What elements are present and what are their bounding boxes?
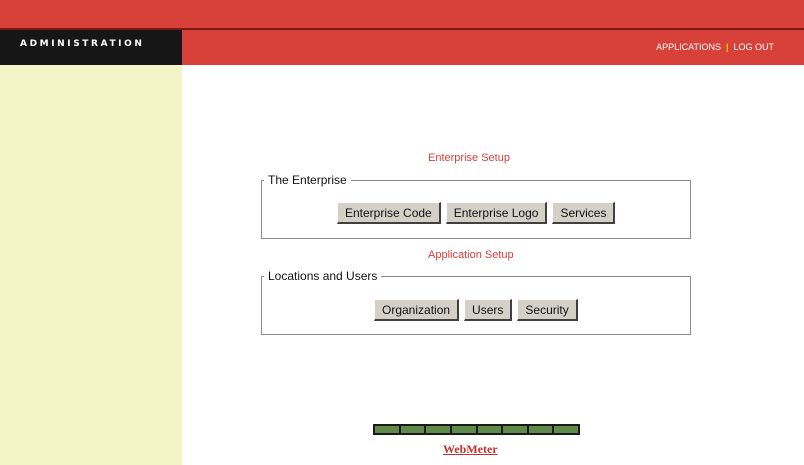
webmeter-segment bbox=[503, 426, 527, 433]
webmeter-segment bbox=[451, 426, 476, 433]
enterprise-button-row: Enterprise Code Enterprise Logo Services bbox=[337, 202, 616, 224]
nav-link-applications[interactable]: APPLICATIONS bbox=[656, 42, 721, 52]
nav-separator: | bbox=[725, 42, 729, 52]
brand-block: ADMINISTRATION bbox=[0, 30, 182, 65]
services-button[interactable]: Services bbox=[552, 202, 616, 224]
webmeter-segment bbox=[528, 426, 553, 433]
organization-button[interactable]: Organization bbox=[374, 299, 460, 321]
webmeter-segment bbox=[554, 426, 578, 433]
security-button[interactable]: Security bbox=[517, 299, 578, 321]
header-nav: APPLICATIONS | LOG OUT bbox=[656, 42, 774, 52]
app-brand-title: ADMINISTRATION bbox=[20, 39, 145, 49]
enterprise-logo-button[interactable]: Enterprise Logo bbox=[445, 202, 548, 224]
webmeter-segment bbox=[400, 426, 425, 433]
locations-and-users-legend: Locations and Users bbox=[268, 269, 378, 283]
the-enterprise-legend: The Enterprise bbox=[268, 173, 347, 187]
top-banner bbox=[0, 0, 804, 28]
users-button[interactable]: Users bbox=[464, 299, 513, 321]
enterprise-code-button[interactable]: Enterprise Code bbox=[337, 202, 441, 224]
enterprise-setup-title: Enterprise Setup bbox=[428, 152, 510, 164]
webmeter-bar bbox=[373, 424, 580, 435]
application-button-row: Organization Users Security bbox=[374, 299, 578, 321]
webmeter-segment bbox=[426, 426, 450, 433]
application-setup-title: Application Setup bbox=[428, 249, 514, 261]
nav-link-log-out[interactable]: LOG OUT bbox=[733, 42, 774, 52]
sidebar bbox=[0, 65, 182, 465]
webmeter-link[interactable]: WebMeter bbox=[443, 442, 498, 457]
webmeter-segment bbox=[375, 426, 399, 433]
header-bar: APPLICATIONS | LOG OUT bbox=[182, 30, 804, 65]
webmeter-segment bbox=[477, 426, 502, 433]
